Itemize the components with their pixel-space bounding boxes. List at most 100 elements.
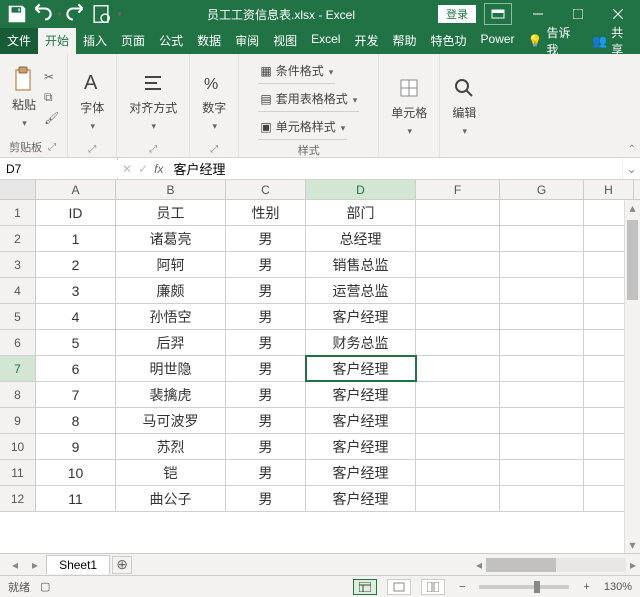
alignment-button[interactable]: 对齐方式 (125, 67, 181, 134)
cell[interactable]: 4 (36, 304, 116, 329)
vertical-scrollbar[interactable]: ▴ ▾ (624, 200, 640, 553)
cell[interactable]: 1 (36, 226, 116, 251)
col-header-B[interactable]: B (116, 180, 226, 199)
cell[interactable] (500, 408, 584, 433)
normal-view-button[interactable] (353, 579, 377, 595)
page-layout-view-button[interactable] (387, 579, 411, 595)
cell[interactable]: 男 (226, 252, 306, 277)
cell[interactable]: 客户经理 (306, 382, 416, 407)
row-header[interactable]: 8 (0, 382, 36, 407)
cell[interactable]: 男 (226, 304, 306, 329)
share-button[interactable]: 👥共享 (584, 28, 640, 54)
cell-styles-button[interactable]: ▣单元格样式 (258, 114, 347, 140)
cell[interactable]: 男 (226, 486, 306, 511)
cell[interactable] (500, 434, 584, 459)
tab-help[interactable]: 帮助 (385, 28, 423, 54)
cell[interactable] (500, 200, 584, 225)
cell[interactable] (416, 252, 500, 277)
scroll-up-arrow[interactable]: ▴ (625, 200, 640, 216)
cell[interactable]: 诸葛亮 (116, 226, 226, 251)
row-header[interactable]: 3 (0, 252, 36, 277)
tab-layout[interactable]: 页面 (114, 28, 152, 54)
cell[interactable]: 男 (226, 382, 306, 407)
horizontal-scrollbar[interactable] (486, 558, 626, 572)
cell[interactable] (416, 304, 500, 329)
cell[interactable]: 性别 (226, 200, 306, 225)
login-button[interactable]: 登录 (438, 5, 476, 23)
paste-button[interactable]: 粘贴 (8, 64, 40, 131)
cell[interactable]: 苏烈 (116, 434, 226, 459)
cell[interactable]: 7 (36, 382, 116, 407)
copy-icon[interactable]: ⧉ (44, 90, 59, 105)
sheet-nav-prev[interactable]: ◂ (6, 558, 24, 572)
cell[interactable]: 客户经理 (306, 460, 416, 485)
cell[interactable]: 阿轲 (116, 252, 226, 277)
fx-icon[interactable]: fx (154, 162, 163, 176)
cell[interactable] (416, 330, 500, 355)
cell[interactable]: ID (36, 200, 116, 225)
qat-customize[interactable] (114, 3, 124, 25)
cell[interactable] (500, 330, 584, 355)
hscroll-right[interactable]: ▸ (630, 558, 636, 572)
conditional-format-button[interactable]: ▦条件格式 (258, 58, 335, 84)
row-header[interactable]: 5 (0, 304, 36, 329)
cancel-icon[interactable]: ✕ (122, 162, 132, 176)
cell[interactable]: 客户经理 (306, 434, 416, 459)
cell[interactable]: 10 (36, 460, 116, 485)
number-button[interactable]: % 数字 (198, 67, 230, 134)
sheet-nav-next[interactable]: ▸ (26, 558, 44, 572)
format-painter-icon[interactable]: 🖌 (44, 111, 59, 125)
cell[interactable]: 5 (36, 330, 116, 355)
cell[interactable] (416, 200, 500, 225)
cell[interactable]: 明世隐 (116, 356, 226, 381)
cell[interactable]: 男 (226, 460, 306, 485)
cell[interactable] (416, 460, 500, 485)
cell[interactable]: 裴擒虎 (116, 382, 226, 407)
cell[interactable]: 男 (226, 278, 306, 303)
page-break-view-button[interactable] (421, 579, 445, 595)
format-as-table-button[interactable]: ▤套用表格格式 (258, 86, 359, 112)
font-launcher[interactable]: ⤢ (86, 144, 98, 155)
tab-special[interactable]: 特色功 (424, 28, 474, 54)
tell-me-search[interactable]: 💡告诉我 (522, 28, 585, 54)
cell[interactable] (416, 486, 500, 511)
tab-power[interactable]: Power (474, 28, 522, 54)
cell[interactable]: 后羿 (116, 330, 226, 355)
font-button[interactable]: A 字体 (76, 67, 108, 134)
cell[interactable] (500, 252, 584, 277)
row-header[interactable]: 7 (0, 356, 36, 381)
cell[interactable]: 3 (36, 278, 116, 303)
undo-icon[interactable] (30, 3, 52, 25)
macro-record-icon[interactable]: ▢ (40, 580, 50, 593)
col-header-A[interactable]: A (36, 180, 116, 199)
cell[interactable]: 男 (226, 408, 306, 433)
cell[interactable]: 客户经理 (306, 408, 416, 433)
cut-icon[interactable]: ✂ (44, 70, 59, 84)
scroll-down-arrow[interactable]: ▾ (625, 537, 640, 553)
cell[interactable]: 员工 (116, 200, 226, 225)
cell[interactable] (416, 434, 500, 459)
cell[interactable] (416, 278, 500, 303)
zoom-slider[interactable] (479, 585, 569, 589)
row-header[interactable]: 11 (0, 460, 36, 485)
cell[interactable] (500, 460, 584, 485)
hscroll-thumb[interactable] (486, 558, 556, 572)
collapse-ribbon-button[interactable]: ⌃ (628, 144, 636, 155)
cell[interactable]: 客户经理 (306, 304, 416, 329)
cell[interactable]: 11 (36, 486, 116, 511)
col-header-F[interactable]: F (416, 180, 500, 199)
col-header-D[interactable]: D (306, 180, 416, 199)
tab-formulas[interactable]: 公式 (152, 28, 190, 54)
redo-icon[interactable] (66, 3, 88, 25)
cell[interactable]: 2 (36, 252, 116, 277)
cell[interactable]: 马可波罗 (116, 408, 226, 433)
tab-data[interactable]: 数据 (190, 28, 228, 54)
cell[interactable] (500, 226, 584, 251)
cell[interactable] (416, 382, 500, 407)
cell[interactable] (416, 226, 500, 251)
expand-formula-bar[interactable]: ⌄ (622, 158, 640, 179)
zoom-out-button[interactable]: − (455, 581, 469, 593)
row-header[interactable]: 6 (0, 330, 36, 355)
editing-button[interactable]: 编辑 (448, 72, 480, 139)
cell[interactable]: 廉颇 (116, 278, 226, 303)
